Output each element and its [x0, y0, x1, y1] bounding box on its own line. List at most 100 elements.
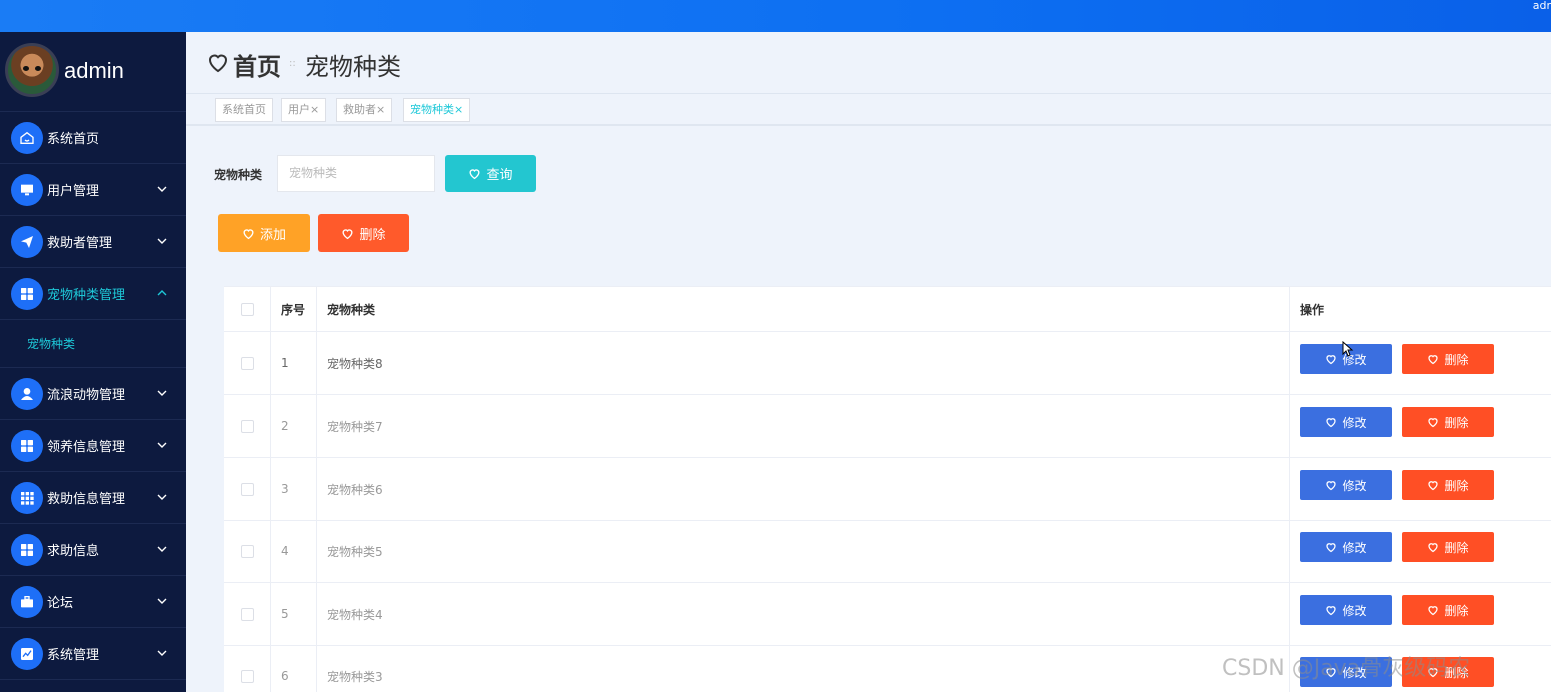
sidebar-item-label: 用户管理 — [47, 184, 100, 199]
monitor-icon — [11, 173, 43, 206]
select-all-checkbox[interactable] — [240, 302, 254, 316]
batch-delete-label: 删除 — [359, 227, 386, 243]
home-icon — [11, 121, 43, 154]
chevron-down-icon — [157, 650, 167, 656]
row-actions: 修改 删除 — [1290, 395, 1551, 457]
row-checkbox[interactable] — [240, 356, 254, 370]
sidebar-item-8[interactable]: 论坛 — [0, 576, 186, 628]
grid-icon — [11, 277, 43, 310]
delete-label: 删除 — [1444, 603, 1469, 618]
edit-button[interactable]: 修改 — [1300, 470, 1392, 500]
row-index: 3 — [271, 458, 317, 520]
row-index: 6 — [271, 645, 317, 692]
delete-button[interactable]: 删除 — [1402, 470, 1494, 500]
sidebar-item-7[interactable]: 求助信息 — [0, 524, 186, 576]
tab-user[interactable]: 用户× — [281, 98, 327, 122]
sidebar-item-label: 流浪动物管理 — [47, 388, 126, 403]
sidebar-item-2[interactable]: 救助者管理 — [0, 216, 186, 268]
row-checkbox[interactable] — [240, 669, 254, 683]
edit-button[interactable]: 修改 — [1300, 407, 1392, 437]
username: admin — [64, 58, 124, 83]
search-input[interactable]: 宠物种类 — [277, 155, 435, 192]
apps-icon — [11, 481, 43, 514]
send-icon — [11, 225, 43, 258]
delete-button[interactable]: 删除 — [1402, 595, 1494, 625]
tab-rescuer[interactable]: 救助者× — [336, 98, 393, 122]
row-select-cell — [224, 332, 271, 394]
sidebar-item-label: 救助者管理 — [47, 236, 113, 251]
add-button[interactable]: 添加 — [218, 214, 310, 252]
chevron-down-icon — [157, 598, 167, 604]
row-index: 4 — [271, 520, 317, 582]
submenu-item-pet-type[interactable]: 宠物种类 — [0, 320, 186, 368]
chevron-down-icon — [157, 186, 167, 192]
heart-icon — [1326, 543, 1337, 553]
row-index: 5 — [271, 583, 317, 645]
select-all-cell — [224, 287, 271, 331]
query-label: 查询 — [486, 168, 513, 183]
edit-button[interactable]: 修改 — [1300, 595, 1392, 625]
sidebar-item-5[interactable]: 领养信息管理 — [0, 420, 186, 472]
page-title: 宠物种类 — [305, 53, 401, 81]
delete-button[interactable]: 删除 — [1402, 344, 1494, 374]
sidebar-item-3[interactable]: 宠物种类管理 — [0, 268, 186, 320]
avatar[interactable] — [5, 43, 59, 97]
sidebar-item-label: 救助信息管理 — [47, 492, 126, 507]
row-checkbox[interactable] — [240, 419, 254, 433]
sidebar-item-0[interactable]: 系统首页 — [0, 112, 186, 164]
heart-icon — [1428, 543, 1439, 553]
table-row: 5 宠物种类4 修改 删除 — [224, 583, 1551, 646]
row-actions: 修改 删除 — [1290, 520, 1551, 582]
chevron-up-icon — [157, 290, 167, 296]
heart-icon — [1326, 418, 1337, 428]
profile: admin — [0, 32, 186, 112]
sidebar: admin 系统首页 用户管理 救助者管理 宠物种类管理宠物种类 流浪动物管理 … — [0, 32, 186, 692]
row-name: 宠物种类7 — [317, 395, 1290, 457]
sidebar-item-1[interactable]: 用户管理 — [0, 164, 186, 216]
heart-icon — [342, 228, 353, 239]
main-content: 首页 :: 宠物种类 系统首页 用户× 救助者× 宠物种类× 宠物种类 宠物种类… — [186, 32, 1551, 692]
edit-label: 修改 — [1342, 603, 1367, 618]
row-index: 2 — [271, 395, 317, 457]
breadcrumb-home[interactable]: 首页 — [233, 47, 281, 82]
sidebar-item-4[interactable]: 流浪动物管理 — [0, 368, 186, 420]
sidebar-item-label: 宠物种类管理 — [47, 288, 126, 303]
top-user-name[interactable]: adr — [1533, 0, 1551, 12]
heart-icon — [1326, 606, 1337, 616]
row-checkbox[interactable] — [240, 482, 254, 496]
row-actions: 修改 删除 — [1290, 458, 1551, 520]
table-row: 3 宠物种类6 修改 删除 — [224, 458, 1551, 521]
tab-bar: 系统首页 用户× 救助者× 宠物种类× — [186, 94, 1551, 126]
search-label: 宠物种类 — [214, 168, 263, 182]
delete-button[interactable]: 删除 — [1402, 407, 1494, 437]
row-checkbox[interactable] — [240, 544, 254, 558]
edit-label: 修改 — [1342, 415, 1367, 430]
query-button[interactable]: 查询 — [445, 155, 536, 192]
row-select-cell — [224, 458, 271, 520]
heart-icon — [1326, 355, 1337, 365]
watermark: CSDN @Java骨灰级码农 — [1222, 656, 1471, 681]
heart-icon — [1428, 606, 1439, 616]
row-select-cell — [224, 520, 271, 582]
header-name: 宠物种类 — [317, 287, 1290, 331]
table-row: 4 宠物种类5 修改 删除 — [224, 520, 1551, 583]
table-header-row: 序号 宠物种类 操作 — [224, 287, 1551, 332]
sidebar-item-label: 领养信息管理 — [47, 440, 126, 455]
delete-label: 删除 — [1444, 352, 1469, 367]
tab-pet-type[interactable]: 宠物种类× — [403, 98, 471, 122]
heart-icon — [1326, 481, 1337, 491]
chevron-down-icon — [157, 494, 167, 500]
heart-icon — [208, 54, 228, 73]
delete-button[interactable]: 删除 — [1402, 532, 1494, 562]
sidebar-menu: 系统首页 用户管理 救助者管理 宠物种类管理宠物种类 流浪动物管理 领养信息管理… — [0, 112, 186, 680]
sidebar-item-6[interactable]: 救助信息管理 — [0, 472, 186, 524]
edit-button[interactable]: 修改 — [1300, 532, 1392, 562]
sidebar-item-label: 系统首页 — [47, 132, 100, 147]
sidebar-item-label: 系统管理 — [47, 648, 100, 663]
row-checkbox[interactable] — [240, 607, 254, 621]
chevron-down-icon — [157, 546, 167, 552]
batch-delete-button[interactable]: 删除 — [318, 214, 409, 252]
row-name: 宠物种类3 — [317, 645, 1290, 692]
sidebar-item-9[interactable]: 系统管理 — [0, 628, 186, 680]
tab-home[interactable]: 系统首页 — [215, 98, 273, 122]
